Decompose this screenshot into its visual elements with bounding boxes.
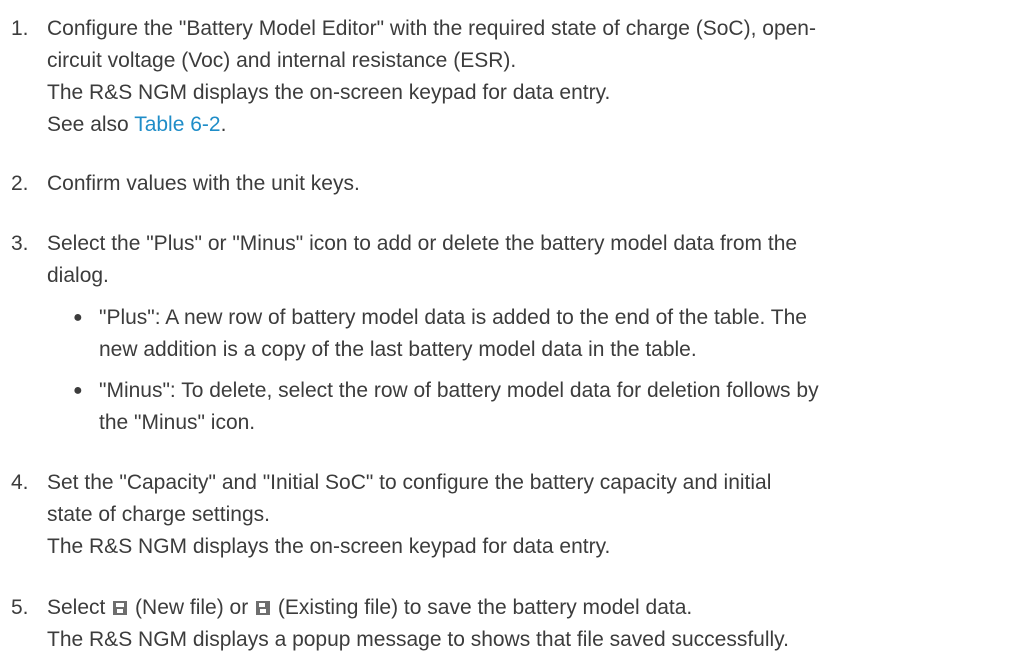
- step-text-line: Set the "Capacity" and "Initial SoC" to …: [47, 471, 772, 494]
- step-text-line: Select the "Plus" or "Minus" icon to add…: [47, 232, 798, 255]
- see-also-suffix: .: [220, 113, 227, 136]
- step-body: Set the "Capacity" and "Initial SoC" to …: [47, 467, 1022, 563]
- step-number: 1.: [11, 17, 29, 40]
- bullet-text: "Plus": A new row of battery model data …: [99, 302, 1019, 366]
- table-6-2-link[interactable]: Table 6-2: [134, 113, 220, 136]
- bullet-text-line: "Plus": A new row of battery model data …: [99, 306, 807, 329]
- step-text-line: circuit voltage (Voc) and internal resis…: [47, 49, 517, 72]
- bullet-text-line: new addition is a copy of the last batte…: [99, 338, 697, 361]
- step-text-line: dialog.: [47, 264, 109, 287]
- step-text-line: Select (New file) or (Existing file) to …: [47, 592, 1022, 624]
- bullet-icon: ●: [73, 382, 83, 399]
- step-result-line: The R&S NGM displays the on-screen keypa…: [47, 535, 611, 558]
- step-text-part: (Existing file) to save the battery mode…: [272, 596, 693, 619]
- step-text-part: (New file) or: [129, 596, 255, 619]
- step-number: 3.: [11, 232, 29, 255]
- step-body: Confirm values with the unit keys.: [47, 168, 1022, 200]
- step-number: 4.: [11, 471, 29, 494]
- step-text-line: state of charge settings.: [47, 503, 270, 526]
- step-result-line: The R&S NGM displays the on-screen keypa…: [47, 81, 611, 104]
- save-new-file-icon: [113, 601, 128, 615]
- step-text-line: Configure the "Battery Model Editor" wit…: [47, 17, 816, 40]
- bullet-text: "Minus": To delete, select the row of ba…: [99, 375, 1019, 439]
- bullet-icon: ●: [73, 309, 83, 326]
- bullet-text-line: the "Minus" icon.: [99, 411, 256, 434]
- step-text-line: Confirm values with the unit keys.: [47, 172, 360, 195]
- save-existing-file-icon: [256, 601, 271, 615]
- step-text-part: Select: [47, 596, 112, 619]
- step-number: 2.: [11, 172, 29, 195]
- step-result-line: The R&S NGM displays a popup message to …: [47, 628, 789, 651]
- step-body: Configure the "Battery Model Editor" wit…: [47, 13, 1022, 141]
- see-also-line: See also Table 6-2.: [47, 109, 1022, 141]
- step-number: 5.: [11, 596, 29, 619]
- bullet-text-line: "Minus": To delete, select the row of ba…: [99, 379, 819, 402]
- see-also-prefix: See also: [47, 113, 135, 136]
- step-body: Select (New file) or (Existing file) to …: [47, 592, 1022, 656]
- step-body: Select the "Plus" or "Minus" icon to add…: [47, 228, 1022, 434]
